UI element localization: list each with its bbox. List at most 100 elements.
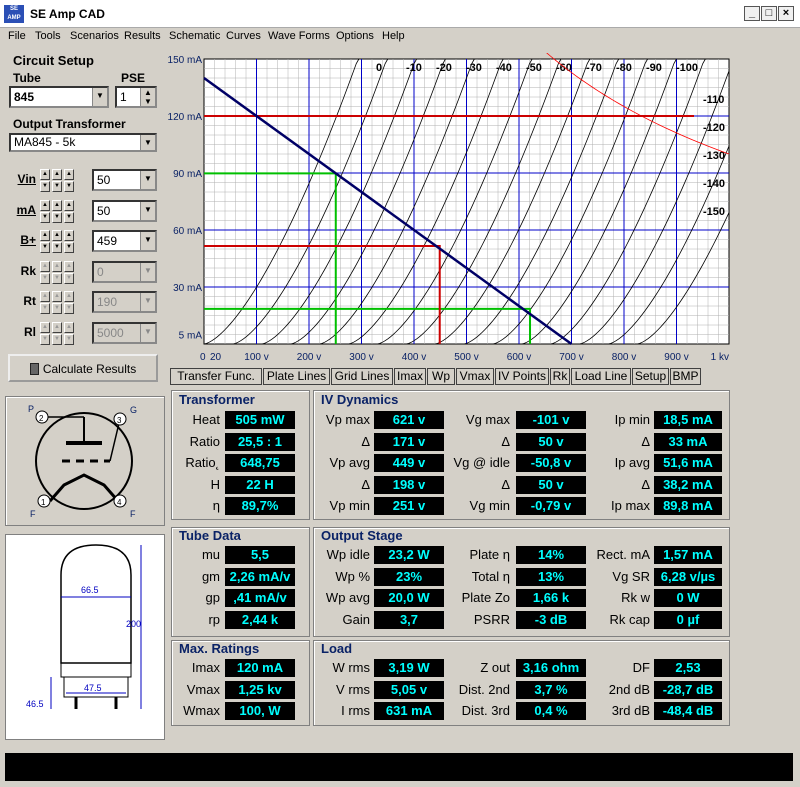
minimize-button[interactable]: _	[744, 6, 760, 21]
menu-file[interactable]: File	[8, 30, 26, 42]
param-select-2[interactable]: 459 ▼	[92, 230, 157, 252]
tab-imax[interactable]: Imax	[394, 368, 426, 385]
output-label-0-2: Rect. mA	[596, 547, 650, 562]
circuit-setup-heading: Circuit Setup	[13, 53, 94, 68]
load-title: Load	[321, 641, 353, 656]
menu-results[interactable]: Results	[124, 30, 161, 42]
spin-up-icon[interactable]: ▲	[40, 230, 50, 241]
pse-value: 1	[120, 90, 127, 104]
tab-setup[interactable]: Setup	[632, 368, 669, 385]
tab-vmax[interactable]: Vmax	[456, 368, 494, 385]
spin-up-icon[interactable]: ▲	[40, 291, 50, 302]
spin-down-icon[interactable]: ▼	[40, 334, 50, 345]
plate-curves-chart[interactable]: 0 -10 -20 -30 -40 -50 -60 -70 -80 -90 -100 -110 -120…	[166, 46, 732, 365]
spin-down-icon[interactable]: ▼	[64, 181, 74, 192]
param-select-1[interactable]: 50 ▼	[92, 200, 157, 222]
param-select-0[interactable]: 50 ▼	[92, 169, 157, 191]
spin-down-icon[interactable]: ▼	[64, 303, 74, 314]
spin-down-icon[interactable]: ▼	[52, 181, 62, 192]
spin-down-icon[interactable]: ▼	[40, 212, 50, 223]
tab-rk[interactable]: Rk	[550, 368, 570, 385]
output-transformer-select[interactable]: MA845 - 5k ▼	[9, 133, 157, 152]
spin-down-icon[interactable]: ▼	[64, 334, 74, 345]
menu-wave-forms[interactable]: Wave Forms	[268, 30, 330, 42]
y-tick-label: 30 mA	[173, 283, 202, 294]
menu-tools[interactable]: Tools	[35, 30, 61, 42]
spin-up-icon[interactable]: ▲	[52, 261, 62, 272]
tab-load-line[interactable]: Load Line	[571, 368, 631, 385]
menu-help[interactable]: Help	[382, 30, 405, 42]
dim-base-height: 46.5	[26, 699, 44, 709]
output-label-2-2: Rk w	[621, 590, 650, 605]
iv-label-3-2: Δ	[641, 476, 650, 492]
title-bar: SE AMP SE Amp CAD _ □ ×	[0, 0, 800, 28]
spin-up-icon[interactable]: ▲	[40, 261, 50, 272]
param-label-5: Rl	[24, 325, 36, 339]
iv-label-0-0: Vp max	[325, 412, 370, 427]
close-button[interactable]: ×	[778, 6, 794, 21]
spin-down-icon[interactable]: ▼	[52, 242, 62, 253]
menu-scenarios[interactable]: Scenarios	[70, 30, 119, 42]
spin-up-icon[interactable]: ▲	[52, 291, 62, 302]
spin-up-icon[interactable]: ▲	[40, 200, 50, 211]
spin-up-icon[interactable]: ▲	[64, 169, 74, 180]
param-select-3[interactable]: 0 ▼	[92, 261, 157, 283]
y-tick-label: 120 mA	[168, 112, 203, 123]
spin-up-icon[interactable]: ▲	[64, 322, 74, 333]
spin-down-icon[interactable]: ▼	[52, 303, 62, 314]
spin-up-icon[interactable]: ▲	[52, 230, 62, 241]
load-label-1-1: Dist. 2nd	[458, 681, 510, 697]
param-select-5[interactable]: 5000 ▼	[92, 322, 157, 344]
output-stage-title: Output Stage	[321, 528, 403, 543]
load-value-2-2: -48,4 dB	[654, 702, 722, 720]
spin-down-icon[interactable]: ▼	[52, 273, 62, 284]
chevron-down-icon: ▼	[140, 263, 155, 281]
spin-up-icon[interactable]: ▲	[52, 169, 62, 180]
spin-down-icon[interactable]: ▼	[52, 334, 62, 345]
tab-grid-lines[interactable]: Grid Lines	[331, 368, 393, 385]
spin-down-icon[interactable]: ▼	[40, 273, 50, 284]
spin-up-icon[interactable]: ▲	[64, 291, 74, 302]
output-label-3-1: PSRR	[473, 611, 510, 627]
spin-up-icon[interactable]: ▲	[40, 169, 50, 180]
tube-select[interactable]: 845 ▼	[9, 86, 109, 108]
menu-curves[interactable]: Curves	[226, 30, 261, 42]
menu-schematic[interactable]: Schematic	[169, 30, 220, 42]
param-value-3: 0	[97, 265, 104, 279]
output-value-1-2: 6,28 v/µs	[654, 567, 722, 586]
spin-up-icon[interactable]: ▲	[52, 200, 62, 211]
spin-down-icon[interactable]: ▼	[64, 273, 74, 284]
pse-stepper[interactable]: 1 ▲ ▼	[115, 86, 157, 108]
output-transformer-label: Output Transformer	[13, 117, 126, 131]
tab-iv-points[interactable]: IV Points	[495, 368, 549, 385]
menu-options[interactable]: Options	[336, 30, 374, 42]
tab-wp[interactable]: Wp	[427, 368, 455, 385]
maximize-button[interactable]: □	[761, 6, 777, 21]
spin-up-icon[interactable]: ▲	[40, 322, 50, 333]
spin-up-icon[interactable]: ▲	[64, 261, 74, 272]
calculate-results-button[interactable]: Calculate Results	[8, 354, 158, 382]
tab-bmp[interactable]: BMP	[670, 368, 701, 385]
tab-plate-lines[interactable]: Plate Lines	[263, 368, 330, 385]
param-select-4[interactable]: 190 ▼	[92, 291, 157, 313]
spin-down-icon[interactable]: ▼	[64, 212, 74, 223]
tab-transfer-func[interactable]: Transfer Func.	[170, 368, 262, 385]
spin-down-icon[interactable]: ▼	[40, 242, 50, 253]
iv-value-2-1: -50,8 v	[516, 454, 586, 472]
iv-value-3-1: 50 v	[516, 475, 586, 494]
spin-down-icon[interactable]: ▼	[52, 212, 62, 223]
load-value-1-0: 5,05 v	[374, 680, 444, 699]
param-label-3: Rk	[20, 264, 36, 278]
iv-value-2-0: 449 v	[374, 454, 444, 472]
spin-up-icon[interactable]: ▲	[64, 230, 74, 241]
spin-down-icon[interactable]: ▼	[40, 303, 50, 314]
chevron-down-icon: ▼	[140, 293, 155, 311]
spin-up-icon[interactable]: ▲	[52, 322, 62, 333]
x-tick-label: 300 v	[349, 352, 373, 363]
spin-up-icon[interactable]: ▲	[64, 200, 74, 211]
spin-down-icon[interactable]: ▼	[64, 242, 74, 253]
tube-dimensions-panel: 66.5 200 47.5 46.5	[5, 534, 165, 740]
x-tick-label: 500 v	[454, 352, 478, 363]
spin-down-icon[interactable]: ▼	[40, 181, 50, 192]
tubedata-label-3: rp	[208, 611, 220, 627]
